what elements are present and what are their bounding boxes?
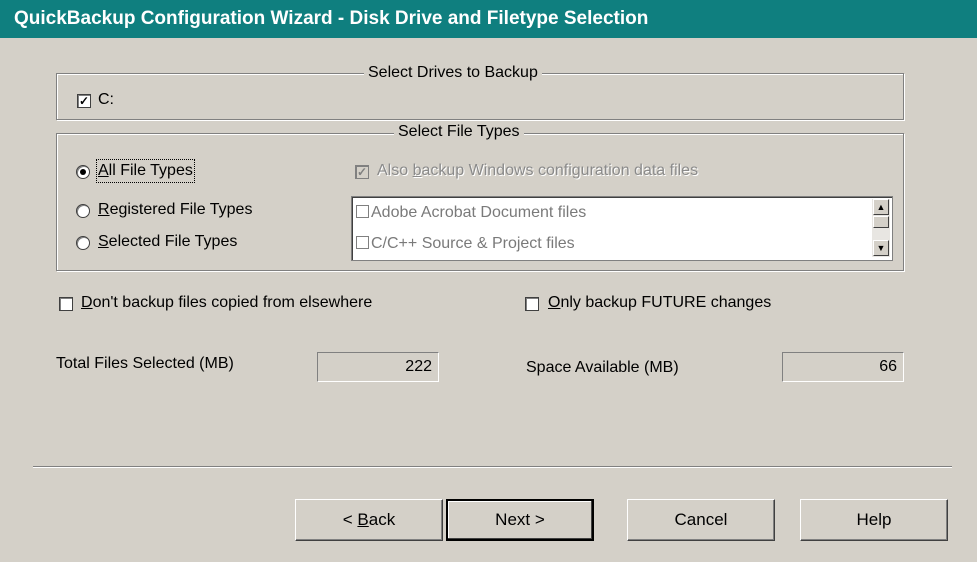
mnemonic: B xyxy=(357,510,369,529)
selected-file-types-radio[interactable] xyxy=(76,236,90,250)
next-button[interactable]: Next > xyxy=(446,499,594,541)
label-text: ack xyxy=(368,510,396,529)
also-backup-windows-config-label[interactable]: Also backup Windows configuration data f… xyxy=(377,161,698,181)
file-types-groupbox-legend: Select File Types xyxy=(394,123,524,141)
arrow-up-icon: ▲ xyxy=(876,202,886,212)
window-title: QuickBackup Configuration Wizard - Disk … xyxy=(14,8,649,29)
space-available-value: 66 xyxy=(782,352,904,382)
mnemonic: O xyxy=(548,294,561,311)
drive-c-label[interactable]: C: xyxy=(98,90,114,110)
mnemonic: R xyxy=(98,201,110,218)
label-text: elected File Types xyxy=(108,233,238,250)
registered-file-types-label[interactable]: Registered File Types xyxy=(98,200,252,220)
label-text: Next xyxy=(495,510,531,529)
total-files-selected-value: 222 xyxy=(317,352,439,382)
list-item[interactable]: Adobe Acrobat Document files xyxy=(356,202,586,224)
window-title-bar[interactable]: QuickBackup Configuration Wizard - Disk … xyxy=(0,0,977,38)
label-text: on't backup files copied from elsewhere xyxy=(92,294,373,311)
also-backup-windows-config-checkbox[interactable]: ✓ xyxy=(355,165,369,179)
only-future-changes-checkbox[interactable] xyxy=(525,297,539,311)
all-file-types-label[interactable]: All File Types xyxy=(96,159,195,183)
list-item-checkbox[interactable] xyxy=(356,236,369,249)
list-item-label: C/C++ Source & Project files xyxy=(371,235,575,252)
mnemonic: S xyxy=(98,233,109,250)
total-files-selected-label: Total Files Selected (MB) xyxy=(56,355,234,372)
drives-groupbox-legend: Select Drives to Backup xyxy=(364,64,542,82)
registered-file-types-radio[interactable] xyxy=(76,204,90,218)
button-separator xyxy=(33,466,952,468)
space-available-label: Space Available (MB) xyxy=(526,359,679,376)
scroll-down-button[interactable]: ▼ xyxy=(873,240,889,256)
mnemonic: A xyxy=(98,162,109,179)
scroll-up-button[interactable]: ▲ xyxy=(873,199,889,215)
radio-selected-dot xyxy=(80,169,86,175)
dont-backup-copied-checkbox[interactable] xyxy=(59,297,73,311)
only-future-changes-label[interactable]: Only backup FUTURE changes xyxy=(548,293,771,313)
next-arrow: > xyxy=(534,510,545,529)
label-text: egistered File Types xyxy=(109,201,253,218)
scroll-thumb[interactable] xyxy=(873,216,889,228)
help-button[interactable]: Help xyxy=(800,499,948,541)
drive-c-checkbox[interactable]: ✓ xyxy=(77,94,91,108)
back-button[interactable]: < Back xyxy=(295,499,443,541)
cancel-button[interactable]: Cancel xyxy=(627,499,775,541)
list-item-label: Adobe Acrobat Document files xyxy=(371,204,587,221)
list-item-checkbox[interactable] xyxy=(356,205,369,218)
arrow-down-icon: ▼ xyxy=(876,243,886,253)
label-text-pre: Also xyxy=(377,162,413,179)
back-arrow: < xyxy=(342,510,353,529)
list-item[interactable]: C/C++ Source & Project files xyxy=(356,233,575,255)
label-text: ll File Types xyxy=(108,162,193,179)
dont-backup-copied-label[interactable]: Don't backup files copied from elsewhere xyxy=(81,293,372,313)
listbox-scrollbar[interactable]: ▲ ▼ xyxy=(872,199,890,257)
mnemonic: D xyxy=(81,294,93,311)
label-text: nly backup FUTURE changes xyxy=(560,294,772,311)
file-types-listbox[interactable]: Adobe Acrobat Document files C/C++ Sourc… xyxy=(351,196,893,261)
all-file-types-radio[interactable] xyxy=(76,165,90,179)
label-text-post: ackup Windows configuration data files xyxy=(421,162,699,179)
selected-file-types-label[interactable]: Selected File Types xyxy=(98,232,237,252)
